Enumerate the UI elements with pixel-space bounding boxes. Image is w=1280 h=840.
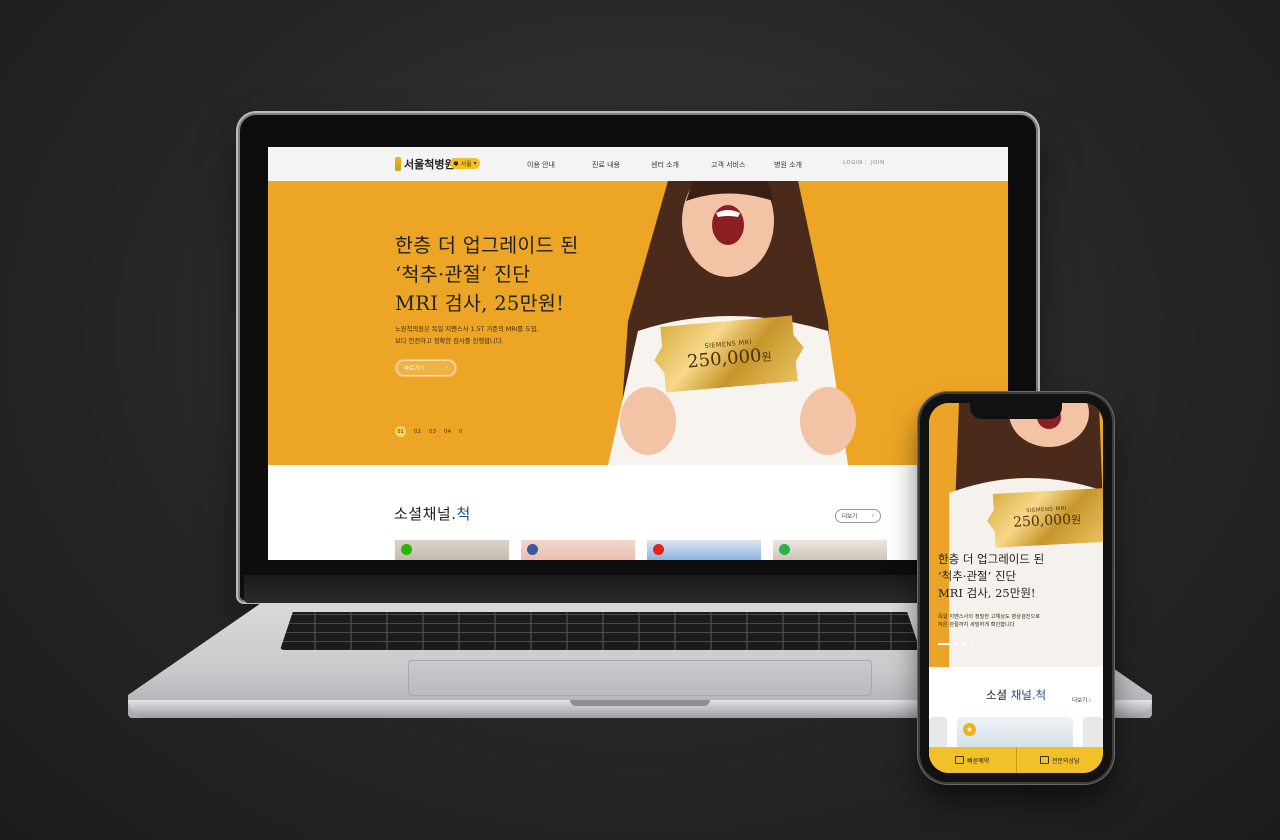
auth-divider: | [865,160,868,166]
social-card-band[interactable] [773,540,887,560]
nav-item-center[interactable]: 센터 소개 [651,160,679,170]
calendar-icon [955,756,965,764]
mobile-bottom-bar: 빠른예약 전문의상담 [929,747,1103,773]
slide-dot-3[interactable]: 03 [429,429,436,435]
pause-icon[interactable]: II [459,429,462,435]
mobile-hero: SIEMENS MRI 250,000원 한층 더 업그레이드 된 ‘척추·관절… [929,403,1103,667]
slide-progress-bar [938,643,950,645]
ticket-price-value: 250,000 [686,344,763,373]
quick-reservation-button[interactable]: 빠른예약 [929,747,1016,773]
login-link[interactable]: LOGIN [843,160,863,166]
chat-icon [1039,756,1049,764]
mobile-hero-title: 한층 더 업그레이드 된 ‘척추·관절’ 진단 MRI 검사, 25만원! [938,552,1045,600]
hero-title: 한층 더 업그레이드 된 ‘척추·관절’ 진단 MRI 검사, 25만원! [395,234,579,315]
more-label: 더보기 [842,514,858,520]
social-cards [395,540,887,560]
mobile-social-accent: 채널.척 [1010,688,1047,702]
chevron-down-icon: ▾ [473,160,477,167]
social-title-prefix: 소셜채널. [394,505,457,523]
social-card-naver[interactable] [395,540,509,560]
mobile-more-link[interactable]: 더보기 › [1072,696,1091,704]
social-card-youtube[interactable] [647,540,761,560]
social-section-title: 소셜채널.척 [394,503,471,524]
mobile-hero-description: 독일 지멘스사의 정밀한 고해상도 영상검진으로 작은 관절까지 세밀하게 확인… [938,614,1041,628]
mri-price-ticket: SIEMENS MRI 250,000원 [651,315,806,394]
slide-dot-icon[interactable]: ● [954,641,958,647]
youtube-icon [653,544,664,555]
chevron-right-icon: › [871,513,874,519]
phone-screen: SIEMENS MRI 250,000원 한층 더 업그레이드 된 ‘척추·관절… [929,403,1103,773]
mobile-slide-pagination: ● ● II [938,641,974,647]
chevron-right-icon: › [445,365,448,371]
slide-dot-2[interactable]: 02 [414,429,421,435]
laptop-trackpad [408,660,872,696]
quick-reservation-label: 빠른예약 [967,757,990,765]
pause-icon[interactable]: II [971,641,974,647]
mobile-ticket-price-unit: 원 [1070,513,1082,527]
location-selector[interactable]: ● 서울 ▾ [450,158,480,169]
mobile-ticket-price-value: 250,000 [1012,511,1072,531]
slide-pagination: 01 02 03 04 II [395,426,462,437]
hero-description: 노원척의원은 독일 지멘스사 1.5T 기준의 MRI를 도입, 보다 안전하고… [395,326,539,345]
facebook-icon [527,544,538,555]
logo-text: 서울척병원 [404,158,455,171]
mobile-social-prefix: 소셜 [985,688,1011,702]
ticket-price-unit: 원 [760,349,773,364]
hero-cta-label: 바로가기 [404,366,425,372]
top-nav: 서울척병원 ● 서울 ▾ 이용 안내 진료 내용 센터 소개 고객 서비스 병원… [268,147,1008,182]
slide-dot-4[interactable]: 04 [444,429,451,435]
pin-icon: ● [453,160,459,167]
hero-cta-button[interactable]: 바로가기 › [395,359,457,377]
nav-item-service[interactable]: 고객 서비스 [711,160,745,170]
ticket-price: 250,000원 [686,344,772,372]
laptop-opening-notch [570,700,710,706]
mobile-price-ticket: SIEMENS MRI 250,000원 [986,488,1103,548]
social-title-accent: 척 [456,505,471,523]
band-icon [779,544,790,555]
hero-banner: SIEMENS MRI 250,000원 한층 더 업그레이드 된 ‘척추·관절… [268,181,1008,465]
laptop-chin [244,575,1032,603]
join-link[interactable]: JOIN [871,160,885,166]
phone-notch [970,403,1062,419]
nav-item-treatment[interactable]: 진료 내용 [592,160,620,170]
mobile-ticket-price: 250,000원 [1013,511,1082,531]
site-logo[interactable]: 서울척병원 [395,156,455,172]
nav-item-usage[interactable]: 이용 안내 [527,160,555,170]
naver-blog-icon [401,544,412,555]
social-card-facebook[interactable] [521,540,635,560]
specialist-consult-button[interactable]: 전문의상담 [1015,747,1104,773]
nav-item-about[interactable]: 병원 소개 [774,160,802,170]
location-label: 서울 [460,161,472,168]
logo-icon [395,157,401,171]
social-more-button[interactable]: 더보기 › [835,509,881,523]
laptop-screen: 서울척병원 ● 서울 ▾ 이용 안내 진료 내용 센터 소개 고객 서비스 병원… [268,147,1008,560]
slide-dot-1[interactable]: 01 [395,426,406,437]
specialist-consult-label: 전문의상담 [1051,757,1080,765]
laptop-keyboard [280,612,920,650]
star-icon: ★ [963,723,976,736]
slide-dot-icon[interactable]: ● [962,641,966,647]
